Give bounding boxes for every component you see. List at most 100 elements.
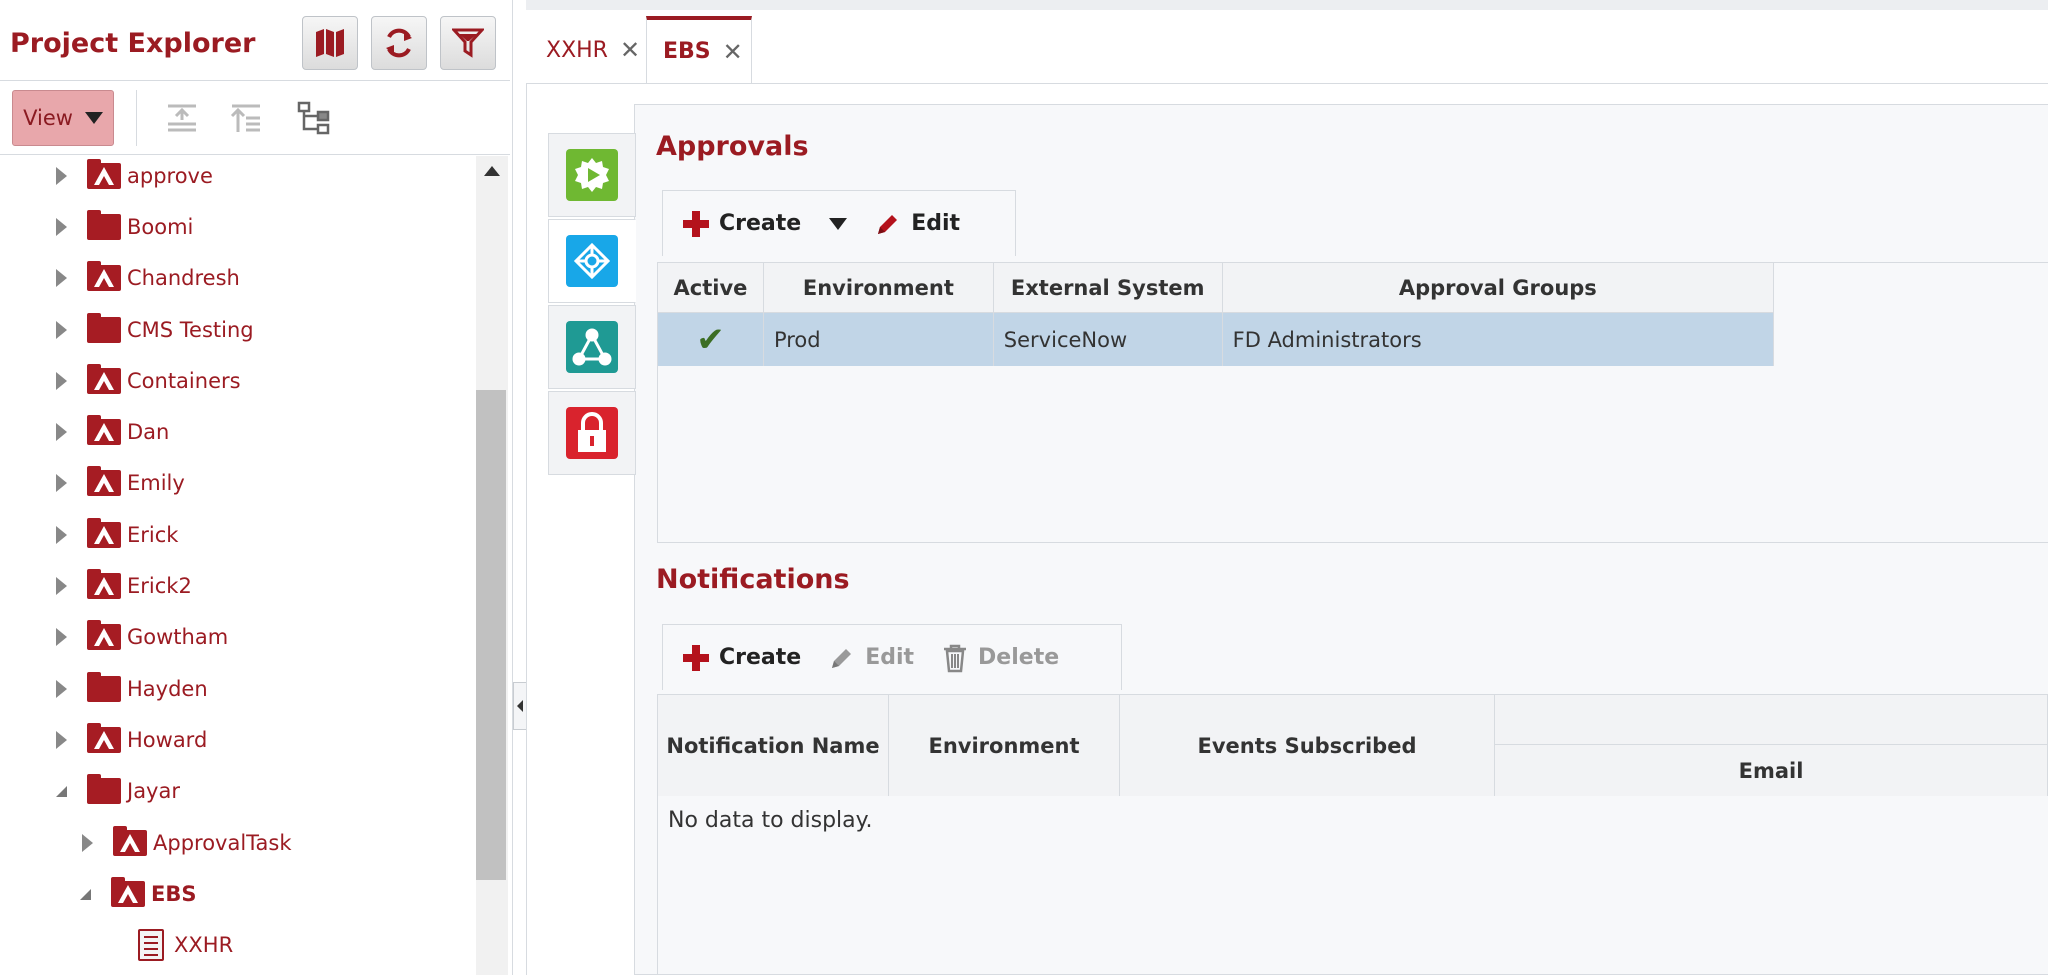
notifications-table: Notification Name Environment Events Sub…: [657, 694, 2048, 797]
tree-item-erick2[interactable]: Erick2: [56, 566, 192, 606]
notifications-delete-button[interactable]: Delete: [942, 643, 1059, 673]
side-tab-security[interactable]: [548, 391, 636, 475]
collapse-arrow-icon[interactable]: [56, 785, 67, 797]
close-icon[interactable]: ✕: [723, 38, 743, 66]
panel-splitter[interactable]: [512, 0, 527, 975]
project-folder-icon: [87, 620, 121, 650]
tree-item-label: approve: [127, 164, 213, 188]
tree-item-emily[interactable]: Emily: [56, 463, 185, 503]
table-row[interactable]: ✔ Prod ServiceNow FD Administrators: [657, 312, 1775, 367]
view-label: View: [23, 106, 73, 130]
collapse-arrow-icon[interactable]: [80, 888, 91, 900]
tree-structure-icon[interactable]: [296, 100, 332, 136]
tree-item-label: Boomi: [127, 215, 194, 239]
close-icon[interactable]: ✕: [620, 36, 640, 64]
column-header-environment[interactable]: Environment: [762, 262, 994, 313]
expand-arrow-icon[interactable]: [56, 218, 67, 236]
column-header-approval-groups[interactable]: Approval Groups: [1221, 262, 1775, 313]
approvals-grid-body: [657, 366, 2048, 543]
chevron-down-icon[interactable]: [829, 217, 848, 230]
toolbar-separator: [136, 90, 137, 146]
document-icon: [138, 929, 164, 961]
tree-item-label: CMS Testing: [127, 318, 254, 342]
tree-item-gowtham[interactable]: Gowtham: [56, 617, 228, 657]
expand-arrow-icon[interactable]: [56, 731, 67, 749]
column-header-notification-name[interactable]: Notification Name: [657, 694, 889, 797]
approvals-grid-filler: [1774, 262, 2048, 366]
notifications-edit-button[interactable]: Edit: [829, 645, 914, 671]
trash-icon: [944, 644, 967, 672]
expand-arrow-icon[interactable]: [82, 834, 93, 852]
tree-item-ebs[interactable]: EBS: [80, 874, 196, 914]
tree-item-jayar[interactable]: Jayar: [56, 771, 180, 811]
tab-label: EBS: [663, 39, 711, 64]
scroll-up-arrow-icon[interactable]: [484, 166, 500, 176]
tree-item-boomi[interactable]: Boomi: [56, 207, 193, 247]
tree-item-chandresh[interactable]: Chandresh: [56, 258, 240, 298]
delete-label: Delete: [978, 645, 1060, 670]
tree-item-containers[interactable]: Containers: [56, 361, 241, 401]
tree-item-approve[interactable]: approve: [56, 156, 213, 196]
tree-item-dan[interactable]: Dan: [56, 412, 169, 452]
side-tab-strip: [548, 133, 636, 478]
pencil-icon: [878, 214, 898, 234]
tab-xxhr[interactable]: XXHR ✕: [530, 16, 640, 84]
tree-item-approvaltask[interactable]: ApprovalTask: [82, 823, 292, 863]
approvals-create-button[interactable]: Create: [683, 210, 801, 237]
side-tab-network[interactable]: [548, 305, 636, 389]
expand-arrow-icon[interactable]: [56, 372, 67, 390]
lock-icon: [566, 407, 618, 459]
pencil-icon: [832, 648, 852, 668]
expand-arrow-icon[interactable]: [56, 628, 67, 646]
tree-item-label: Howard: [127, 728, 208, 752]
tree-item-label: Gowtham: [127, 625, 229, 649]
tree-item-label: Erick: [127, 523, 179, 547]
plus-icon: [683, 210, 709, 237]
divider: [0, 80, 510, 81]
empty-state-text: No data to display.: [668, 808, 873, 833]
scrollbar-thumb[interactable]: [476, 390, 506, 880]
refresh-button[interactable]: [371, 16, 427, 70]
divider: [0, 154, 510, 155]
collapse-panel-button[interactable]: [513, 682, 527, 730]
filter-button[interactable]: [440, 16, 496, 70]
edit-label: Edit: [865, 645, 915, 670]
expand-arrow-icon[interactable]: [56, 167, 67, 185]
approvals-edit-button[interactable]: Edit: [875, 211, 960, 237]
view-dropdown-button[interactable]: View: [12, 90, 114, 146]
tree-item-xxhr[interactable]: XXHR: [138, 925, 233, 965]
project-folder-icon: [87, 159, 121, 189]
notifications-create-button[interactable]: Create: [683, 644, 801, 671]
tree-item-cms-testing[interactable]: CMS Testing: [56, 310, 254, 350]
folder-icon: [87, 313, 121, 343]
column-header-email[interactable]: Email: [1494, 744, 2048, 797]
side-tab-integration[interactable]: [548, 219, 636, 303]
expand-arrow-icon[interactable]: [56, 423, 67, 441]
map-button[interactable]: [302, 16, 358, 70]
cell-external-system: ServiceNow: [992, 312, 1223, 367]
project-explorer-panel: Project Explorer View approve Boomi Chan…: [0, 0, 512, 975]
tree-item-hayden[interactable]: Hayden: [56, 669, 208, 709]
cell-approval-groups: FD Administrators: [1221, 312, 1775, 367]
expand-arrow-icon[interactable]: [56, 474, 67, 492]
side-tab-deploy[interactable]: [548, 133, 636, 217]
folder-icon: [87, 672, 121, 702]
tab-ebs[interactable]: EBS ✕: [646, 16, 752, 84]
expand-arrow-icon[interactable]: [56, 680, 67, 698]
expand-arrow-icon[interactable]: [56, 321, 67, 339]
tree-item-howard[interactable]: Howard: [56, 720, 207, 760]
project-folder-icon: [87, 364, 121, 394]
map-icon: [316, 29, 344, 57]
expand-arrow-icon[interactable]: [56, 577, 67, 595]
column-header-environment[interactable]: Environment: [888, 694, 1120, 797]
column-header-external-system[interactable]: External System: [992, 262, 1223, 313]
tree-item-label: Dan: [127, 420, 170, 444]
tree-scrollbar[interactable]: [476, 156, 508, 975]
column-header-events-subscribed[interactable]: Events Subscribed: [1119, 694, 1495, 797]
expand-all-icon[interactable]: [228, 100, 264, 136]
expand-arrow-icon[interactable]: [56, 526, 67, 544]
expand-arrow-icon[interactable]: [56, 269, 67, 287]
tree-item-erick[interactable]: Erick: [56, 515, 178, 555]
column-header-active[interactable]: Active: [657, 262, 764, 313]
collapse-all-icon[interactable]: [164, 100, 200, 136]
